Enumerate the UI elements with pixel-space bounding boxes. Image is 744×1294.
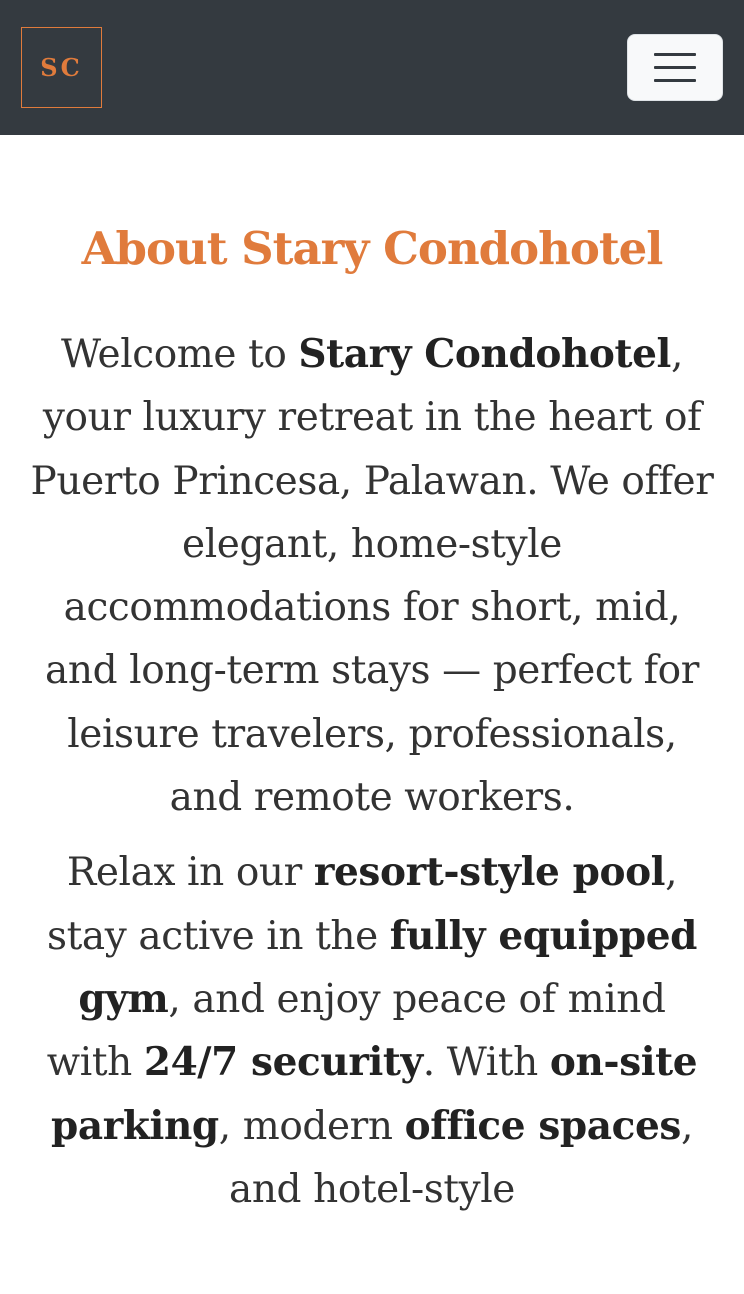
top-navbar: SC bbox=[0, 0, 744, 135]
hamburger-icon bbox=[654, 53, 696, 56]
amenity-security: 24/7 security bbox=[143, 1039, 423, 1086]
brand-logo[interactable]: SC bbox=[21, 27, 102, 108]
hamburger-icon bbox=[654, 79, 696, 82]
brand-logo-text: SC bbox=[40, 53, 83, 82]
about-title: About Stary Condohotel bbox=[81, 222, 664, 275]
text-segment: Welcome to bbox=[61, 332, 299, 377]
about-intro-paragraph: Welcome to Stary Condohotel, your luxury… bbox=[30, 323, 714, 829]
about-section: About Stary Condohotel Welcome to Stary … bbox=[30, 135, 714, 1221]
hamburger-menu-button[interactable] bbox=[627, 34, 723, 101]
text-segment: , your luxury retreat in the heart of Pu… bbox=[30, 332, 714, 821]
hotel-name: Stary Condohotel bbox=[298, 331, 671, 377]
hamburger-icon bbox=[654, 66, 696, 69]
amenity-office: office spaces bbox=[404, 1102, 682, 1149]
text-segment: , modern bbox=[218, 1103, 405, 1149]
text-segment: . With bbox=[422, 1040, 550, 1086]
text-segment: Relax in our bbox=[66, 850, 314, 896]
amenity-pool: resort-style pool bbox=[313, 849, 666, 896]
amenities-paragraph: Relax in our resort-style pool, stay act… bbox=[30, 841, 714, 1221]
